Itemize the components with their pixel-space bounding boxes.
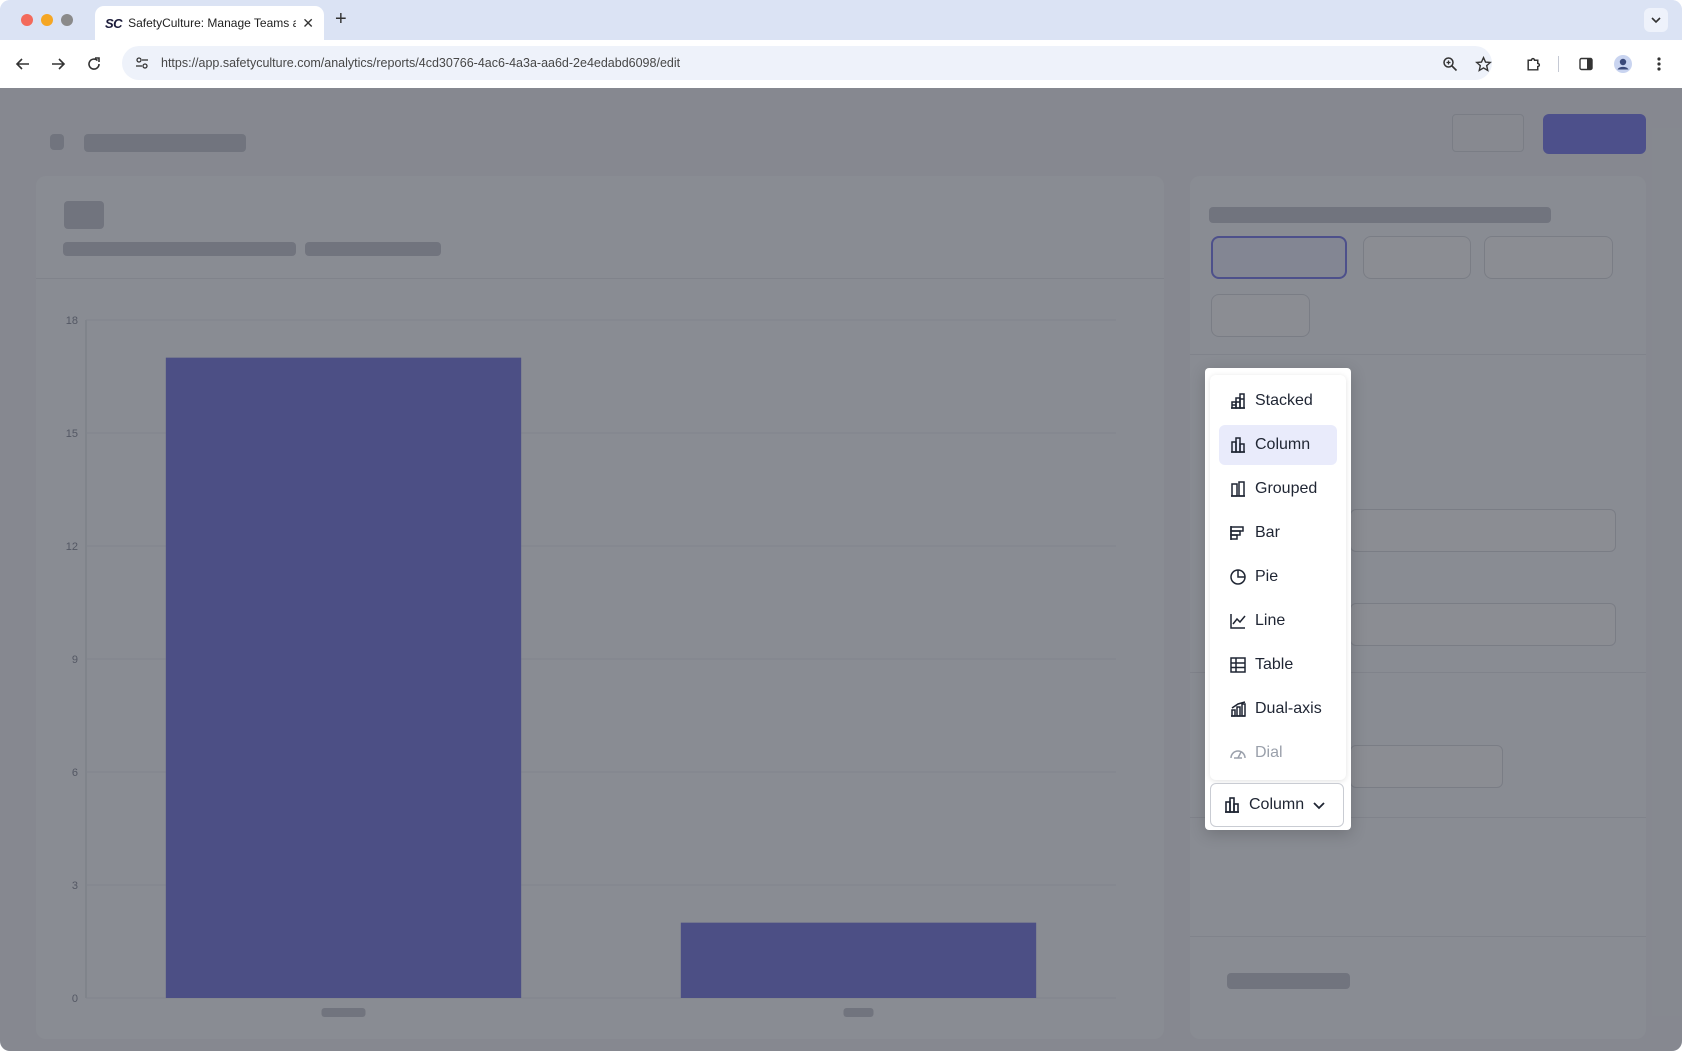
chart-type-menu: Stacked Column Grouped Bar Pie Line Table Dual-… [1210, 375, 1346, 780]
chart-type-select-label: Column [1249, 796, 1305, 813]
arrow-right-icon[interactable] [46, 52, 70, 76]
puzzle-icon[interactable] [1521, 52, 1545, 76]
kebab-icon[interactable] [1647, 52, 1671, 76]
url-text: https://app.safetyculture.com/analytics/… [161, 56, 681, 70]
table-icon [1229, 656, 1247, 674]
tab-search-icon[interactable] [1644, 8, 1668, 32]
dial-icon [1229, 744, 1247, 762]
line-chart-icon [1229, 612, 1247, 630]
chart-type-option-dial: Dial [1219, 733, 1337, 773]
grouped-chart-icon [1229, 480, 1247, 498]
maximize-window-button[interactable] [61, 14, 73, 26]
modal-backdrop[interactable] [0, 88, 1682, 1051]
reload-icon[interactable] [82, 52, 106, 76]
browser-tab[interactable]: SC SafetyCulture: Manage Teams and... ✕ [95, 6, 324, 40]
browser-toolbar: https://app.safetyculture.com/analytics/… [0, 40, 1682, 88]
pie-chart-icon [1229, 568, 1247, 586]
toolbar-divider [1558, 56, 1559, 72]
chart-type-option-dual-axis[interactable]: Dual-axis [1219, 689, 1337, 729]
chart-type-option-grouped[interactable]: Grouped [1219, 469, 1337, 509]
side-panel-icon[interactable] [1574, 52, 1598, 76]
chart-type-option-pie[interactable]: Pie [1219, 557, 1337, 597]
arrow-left-icon[interactable] [11, 52, 35, 76]
minimize-window-button[interactable] [41, 14, 53, 26]
chart-type-option-label: Pie [1255, 568, 1279, 585]
chart-type-option-column[interactable]: Column [1219, 425, 1337, 465]
stacked-chart-icon [1229, 392, 1247, 410]
chart-type-option-label: Bar [1255, 524, 1280, 541]
chevron-down-icon [1312, 798, 1326, 812]
address-bar[interactable]: https://app.safetyculture.com/analytics/… [122, 46, 1492, 80]
chart-type-option-label: Grouped [1255, 480, 1318, 497]
chart-type-option-bar[interactable]: Bar [1219, 513, 1337, 553]
browser-window: SC SafetyCulture: Manage Teams and... ✕ … [0, 0, 1682, 1051]
tab-title: SafetyCulture: Manage Teams and... [128, 16, 297, 30]
bar-chart-icon [1229, 524, 1247, 542]
chart-type-option-label: Stacked [1255, 392, 1313, 409]
close-window-button[interactable] [21, 14, 33, 26]
chart-type-option-label: Line [1255, 612, 1286, 629]
close-tab-icon[interactable]: ✕ [302, 15, 314, 32]
chart-type-option-label: Dual-axis [1255, 700, 1322, 717]
tab-strip: SC SafetyCulture: Manage Teams and... ✕ … [0, 0, 1682, 40]
chart-type-dropdown: Stacked Column Grouped Bar Pie Line Table Dual-… [1205, 368, 1351, 830]
chart-type-option-table[interactable]: Table [1219, 645, 1337, 685]
new-tab-icon[interactable]: + [335, 8, 347, 31]
chart-type-option-line[interactable]: Line [1219, 601, 1337, 641]
page-content: 0369121518 [0, 88, 1682, 1051]
chart-type-option-label: Column [1255, 436, 1311, 453]
profile-icon[interactable] [1611, 52, 1635, 76]
column-chart-icon [1229, 436, 1247, 454]
chart-type-option-stacked[interactable]: Stacked [1219, 381, 1337, 421]
tune-icon[interactable] [131, 52, 153, 74]
zoom-icon[interactable] [1438, 52, 1462, 76]
safetyculture-logo-icon: SC [105, 15, 123, 31]
chart-type-option-label: Table [1255, 656, 1294, 673]
star-icon[interactable] [1471, 52, 1495, 76]
chart-type-option-label: Dial [1255, 744, 1283, 761]
chart-type-select[interactable]: Column [1210, 783, 1344, 827]
dual-axis-chart-icon [1229, 700, 1247, 718]
column-chart-icon [1223, 796, 1241, 814]
